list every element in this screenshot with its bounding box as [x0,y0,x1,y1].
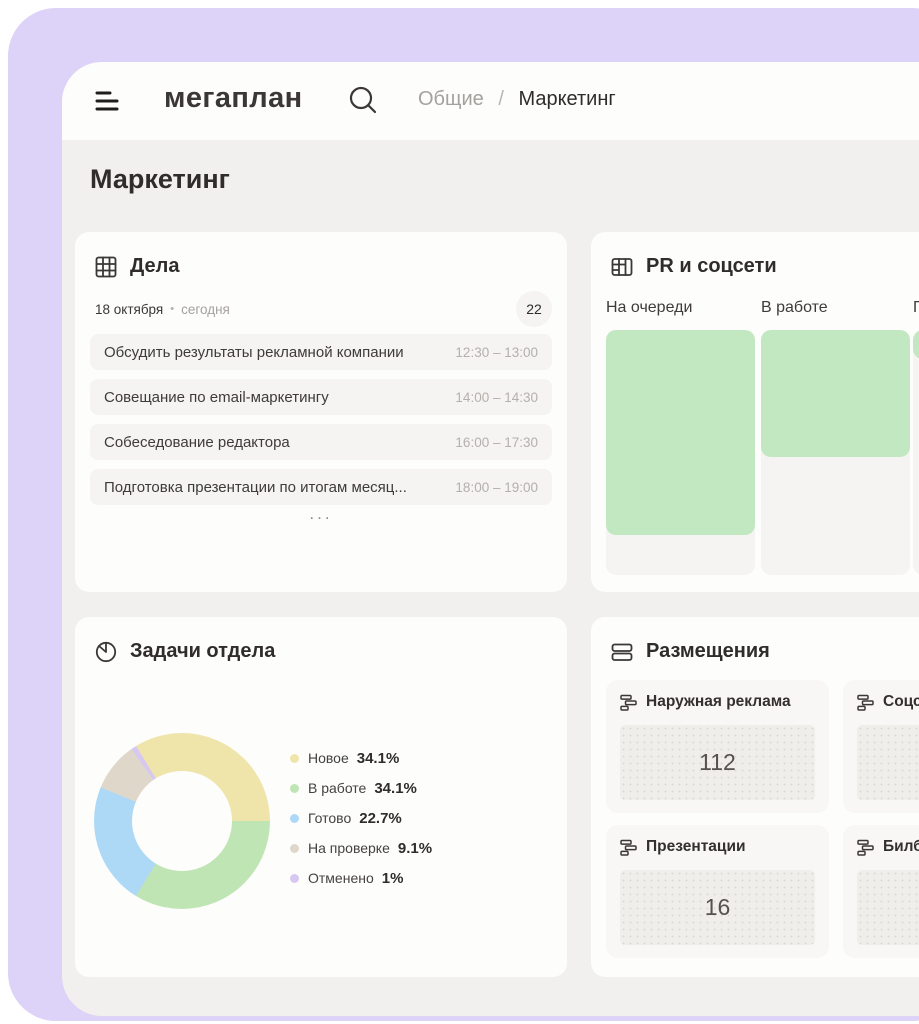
pr-card-title: PR и соцсети [646,255,777,278]
kanban-column-label: В работе [761,299,828,317]
task-title: Подготовка презентации по итогам месяц..… [104,479,407,496]
legend-item: На проверке 9.1% [290,833,432,863]
placements-card-header: Размещения [591,617,919,663]
grid-icon [95,256,117,278]
deals-list: Обсудить результаты рекламной компании 1… [90,334,552,514]
placement-tile[interactable]: Наружная реклама 112 [606,680,829,813]
legend-value: 22.7% [359,810,402,827]
placements-card-title: Размещения [646,640,770,663]
pr-card: PR и соцсети На очереди В работе П [591,232,919,592]
app-logo[interactable]: мегаплан [164,82,303,115]
legend-dot [290,874,299,883]
placement-tile-value [857,725,919,800]
page-title: Маркетинг [90,164,230,195]
placement-tile[interactable]: Билб [843,825,919,958]
kanban-card[interactable] [606,330,755,535]
task-time: 12:30 – 13:00 [455,345,538,360]
pie-chart-icon [95,641,117,663]
legend-dot [290,814,299,823]
placement-tile-header: Билб [843,825,919,856]
deals-card-header: Дела [75,232,567,278]
legend-label: На проверке [308,840,390,856]
task-title: Совещание по email-маркетингу [104,389,329,406]
kanban-column [606,330,755,575]
deals-card-title: Дела [130,255,179,278]
date-dot: • [170,303,174,315]
deals-card: Дела 18 октября • сегодня 22 Обсудить ре… [75,232,567,592]
placement-tile[interactable]: Презентации 16 [606,825,829,958]
tasks-card-title: Задачи отдела [130,640,275,663]
legend-label: Отменено [308,870,374,886]
placement-tile-header: Соцс [843,680,919,711]
breadcrumb-current: Маркетинг [518,88,615,110]
kanban-icon [611,256,633,278]
legend-value: 9.1% [398,840,432,857]
placement-tile-value [857,870,919,945]
placements-card: Размещения Наружная реклама 112 [591,617,919,977]
show-more-ellipsis[interactable]: ... [75,504,567,524]
legend-label: Новое [308,750,349,766]
legend-item: В работе 34.1% [290,773,432,803]
task-row[interactable]: Собеседование редактора 16:00 – 17:30 [90,424,552,460]
placement-tile-label: Презентации [646,838,746,856]
task-time: 18:00 – 19:00 [455,480,538,495]
placement-tile-label: Наружная реклама [646,693,791,711]
chart-legend: Новое 34.1% В работе 34.1% Готово 22.7% … [290,743,432,893]
deals-date-note: сегодня [181,302,230,317]
legend-label: В работе [308,780,366,796]
task-time: 14:00 – 14:30 [455,390,538,405]
legend-item: Новое 34.1% [290,743,432,773]
legend-dot [290,754,299,763]
breadcrumb: Общие / Маркетинг [418,88,616,111]
gantt-icon [620,839,637,856]
placement-tile[interactable]: Соцс [843,680,919,813]
kanban-card[interactable] [913,330,919,359]
task-row[interactable]: Совещание по email-маркетингу 14:00 – 14… [90,379,552,415]
legend-item: Отменено 1% [290,863,432,893]
placement-tile-value: 112 [620,725,815,800]
tasks-card: Задачи отдела Новое 34.1% В работе 34.1%… [75,617,567,977]
breadcrumb-separator: / [498,88,504,110]
search-icon[interactable] [347,84,379,116]
rows-icon [611,641,633,663]
legend-value: 34.1% [357,750,400,767]
donut-chart [94,733,270,909]
placement-tile-value: 16 [620,870,815,945]
kanban-column-label: На очереди [606,299,692,317]
placement-tile-label: Соцс [883,693,919,711]
legend-dot [290,784,299,793]
placement-tile-header: Наружная реклама [606,680,829,711]
task-title: Обсудить результаты рекламной компании [104,344,404,361]
pr-card-header: PR и соцсети [591,232,919,278]
kanban-column [761,330,910,575]
kanban-card[interactable] [761,330,910,457]
legend-value: 34.1% [374,780,417,797]
gantt-icon [620,694,637,711]
gantt-icon [857,694,874,711]
deals-date: 18 октября [95,302,163,317]
kanban-column [913,330,919,575]
gantt-icon [857,839,874,856]
breadcrumb-parent[interactable]: Общие [418,88,484,110]
task-row[interactable]: Обсудить результаты рекламной компании 1… [90,334,552,370]
kanban-column-label: П [913,299,919,317]
task-row[interactable]: Подготовка презентации по итогам месяц..… [90,469,552,505]
deals-count-badge: 22 [516,291,552,327]
legend-value: 1% [382,870,404,887]
task-time: 16:00 – 17:30 [455,435,538,450]
task-title: Собеседование редактора [104,434,290,451]
legend-label: Готово [308,810,351,826]
menu-icon[interactable] [95,90,119,112]
legend-item: Готово 22.7% [290,803,432,833]
placement-tile-label: Билб [883,838,919,856]
tasks-card-header: Задачи отдела [75,617,567,663]
app-window: мегаплан Общие / Маркетинг Маркетинг Дел… [62,62,919,1016]
legend-dot [290,844,299,853]
deals-date-row: 18 октября • сегодня 22 [95,291,552,327]
placement-tile-header: Презентации [606,825,829,856]
top-bar: мегаплан Общие / Маркетинг [62,62,919,140]
